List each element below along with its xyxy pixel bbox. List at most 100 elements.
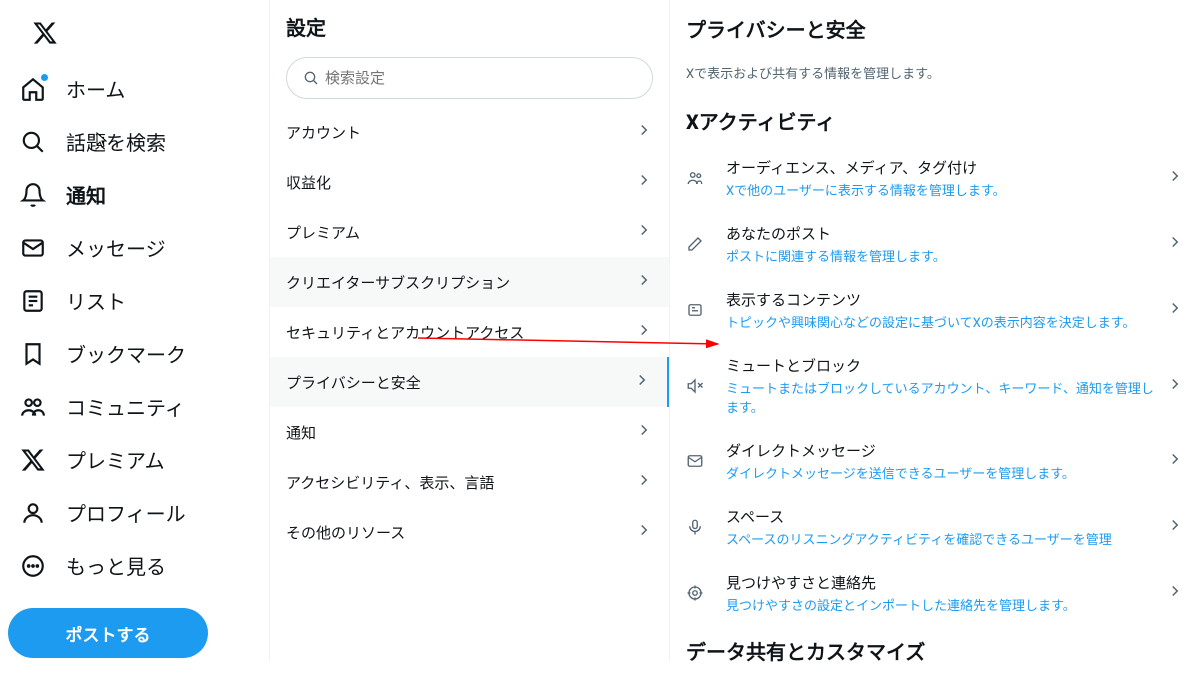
- settings-item-account[interactable]: アカウント: [270, 107, 669, 157]
- home-icon: [20, 76, 46, 102]
- chevron-right-icon: [1166, 375, 1184, 397]
- detail-item-title: 見つけやすさと連絡先: [726, 572, 1166, 593]
- detail-item-title: あなたのポスト: [726, 223, 1166, 244]
- sidebar-item-home[interactable]: ホーム: [8, 62, 261, 115]
- chevron-right-icon: [635, 271, 653, 293]
- chevron-right-icon: [1166, 516, 1184, 538]
- sidebar-item-notifications[interactable]: 通知: [8, 168, 261, 221]
- sidebar-item-label: ブックマーク: [66, 339, 186, 368]
- detail-item-title: スペース: [726, 506, 1166, 527]
- settings-item-label: アクセシビリティ、表示、言語: [286, 472, 494, 493]
- sidebar-item-label: 話題を検索: [66, 127, 166, 156]
- settings-item-label: 通知: [286, 422, 316, 443]
- settings-item-security[interactable]: セキュリティとアカウントアクセス: [270, 307, 669, 357]
- settings-item-label: プライバシーと安全: [286, 372, 421, 393]
- detail-item-desc: ミュートまたはブロックしているアカウント、キーワード、通知を管理します。: [726, 378, 1166, 416]
- more-icon: [20, 553, 46, 579]
- sidebar-item-messages[interactable]: メッセージ: [8, 221, 261, 274]
- detail-item-discoverability[interactable]: 見つけやすさと連絡先見つけやすさの設定とインポートした連絡先を管理します。: [686, 560, 1184, 626]
- chevron-right-icon: [635, 321, 653, 343]
- detail-item-desc: スペースのリスニングアクティビティを確認できるユーザーを管理: [726, 529, 1166, 548]
- settings-item-monetization[interactable]: 収益化: [270, 157, 669, 207]
- x-logo[interactable]: [20, 8, 70, 58]
- chevron-right-icon: [635, 121, 653, 143]
- settings-search[interactable]: [286, 57, 653, 99]
- sidebar-item-label: 通知: [66, 180, 106, 209]
- detail-item-desc: ポストに関連する情報を管理します。: [726, 246, 1166, 265]
- target-icon: [686, 584, 726, 602]
- settings-search-input[interactable]: [325, 70, 636, 87]
- people-icon: [686, 169, 726, 187]
- people-icon: [20, 394, 46, 420]
- chevron-right-icon: [635, 521, 653, 543]
- bell-icon: [20, 182, 46, 208]
- detail-item-title: ダイレクトメッセージ: [726, 440, 1166, 461]
- envelope-icon: [686, 452, 726, 470]
- detail-section-data: データ共有とカスタマイズ: [686, 626, 1184, 675]
- sidebar-item-more[interactable]: もっと見る: [8, 539, 261, 592]
- settings-item-accessibility[interactable]: アクセシビリティ、表示、言語: [270, 457, 669, 507]
- sidebar-item-label: プロフィール: [66, 498, 186, 527]
- settings-title: 設定: [270, 0, 669, 53]
- detail-item-title: オーディエンス、メディア、タグ付け: [726, 157, 1166, 178]
- settings-item-premium[interactable]: プレミアム: [270, 207, 669, 257]
- search-icon: [20, 129, 46, 155]
- sidebar-item-label: メッセージ: [66, 233, 166, 262]
- mic-icon: [686, 518, 726, 536]
- detail-item-title: 表示するコンテンツ: [726, 289, 1166, 310]
- detail-item-desc: ダイレクトメッセージを送信できるユーザーを管理します。: [726, 463, 1166, 482]
- chevron-right-icon: [635, 221, 653, 243]
- sidebar-item-explore[interactable]: 話題を検索: [8, 115, 261, 168]
- settings-item-label: その他のリソース: [286, 522, 405, 543]
- chevron-right-icon: [635, 471, 653, 493]
- settings-item-privacy[interactable]: プライバシーと安全: [270, 357, 669, 407]
- detail-column: プライバシーと安全 Xで表示および共有する情報を管理します。 Xアクティビティ …: [670, 0, 1200, 661]
- newspaper-icon: [686, 301, 726, 319]
- chevron-right-icon: [635, 171, 653, 193]
- detail-title: プライバシーと安全: [686, 0, 1184, 49]
- detail-subtitle: Xで表示および共有する情報を管理します。: [686, 49, 1184, 96]
- detail-item-content-you-see[interactable]: 表示するコンテンツトピックや興味関心などの設定に基づいてXの表示内容を決定します…: [686, 277, 1184, 343]
- detail-item-desc: トピックや興味関心などの設定に基づいてXの表示内容を決定します。: [726, 312, 1166, 331]
- chevron-right-icon: [633, 371, 651, 393]
- sidebar-item-profile[interactable]: プロフィール: [8, 486, 261, 539]
- chevron-right-icon: [1166, 582, 1184, 604]
- settings-column: 設定 アカウント 収益化 プレミアム クリエイターサブスクリプション セキュリテ…: [270, 0, 670, 661]
- settings-item-creator-subs[interactable]: クリエイターサブスクリプション: [270, 257, 669, 307]
- mute-icon: [686, 377, 726, 395]
- bookmark-icon: [20, 341, 46, 367]
- sidebar-item-label: リスト: [66, 286, 126, 315]
- person-icon: [20, 500, 46, 526]
- detail-item-mute-block[interactable]: ミュートとブロックミュートまたはブロックしているアカウント、キーワード、通知を管…: [686, 343, 1184, 428]
- settings-item-resources[interactable]: その他のリソース: [270, 507, 669, 557]
- chevron-right-icon: [635, 421, 653, 443]
- detail-item-audience[interactable]: オーディエンス、メディア、タグ付け Xで他のユーザーに表示する情報を管理します。: [686, 145, 1184, 211]
- sidebar-nav: ホーム 話題を検索 通知 メッセージ リスト ブックマーク コミュニティ プレ: [0, 0, 270, 661]
- sidebar-item-premium[interactable]: プレミアム: [8, 433, 261, 486]
- settings-item-label: クリエイターサブスクリプション: [286, 272, 510, 293]
- detail-item-desc: 見つけやすさの設定とインポートした連絡先を管理します。: [726, 595, 1166, 614]
- sidebar-item-label: プレミアム: [66, 445, 165, 474]
- post-button[interactable]: ポストする: [8, 608, 208, 658]
- settings-item-notifications[interactable]: 通知: [270, 407, 669, 457]
- sidebar-item-label: もっと見る: [66, 551, 166, 580]
- detail-item-dm[interactable]: ダイレクトメッセージダイレクトメッセージを送信できるユーザーを管理します。: [686, 428, 1184, 494]
- x-icon: [20, 447, 46, 473]
- sidebar-item-communities[interactable]: コミュニティ: [8, 380, 261, 433]
- envelope-icon: [20, 235, 46, 261]
- detail-item-your-posts[interactable]: あなたのポストポストに関連する情報を管理します。: [686, 211, 1184, 277]
- settings-item-label: 収益化: [286, 172, 331, 193]
- detail-item-spaces[interactable]: スペーススペースのリスニングアクティビティを確認できるユーザーを管理: [686, 494, 1184, 560]
- chevron-right-icon: [1166, 233, 1184, 255]
- settings-item-label: プレミアム: [286, 222, 360, 243]
- chevron-right-icon: [1166, 299, 1184, 321]
- detail-item-desc: Xで他のユーザーに表示する情報を管理します。: [726, 180, 1166, 199]
- pencil-icon: [686, 235, 726, 253]
- settings-item-label: セキュリティとアカウントアクセス: [286, 322, 524, 343]
- sidebar-item-label: コミュニティ: [66, 392, 185, 421]
- search-icon: [303, 70, 319, 86]
- sidebar-item-bookmarks[interactable]: ブックマーク: [8, 327, 261, 380]
- list-icon: [20, 288, 46, 314]
- chevron-right-icon: [1166, 167, 1184, 189]
- sidebar-item-lists[interactable]: リスト: [8, 274, 261, 327]
